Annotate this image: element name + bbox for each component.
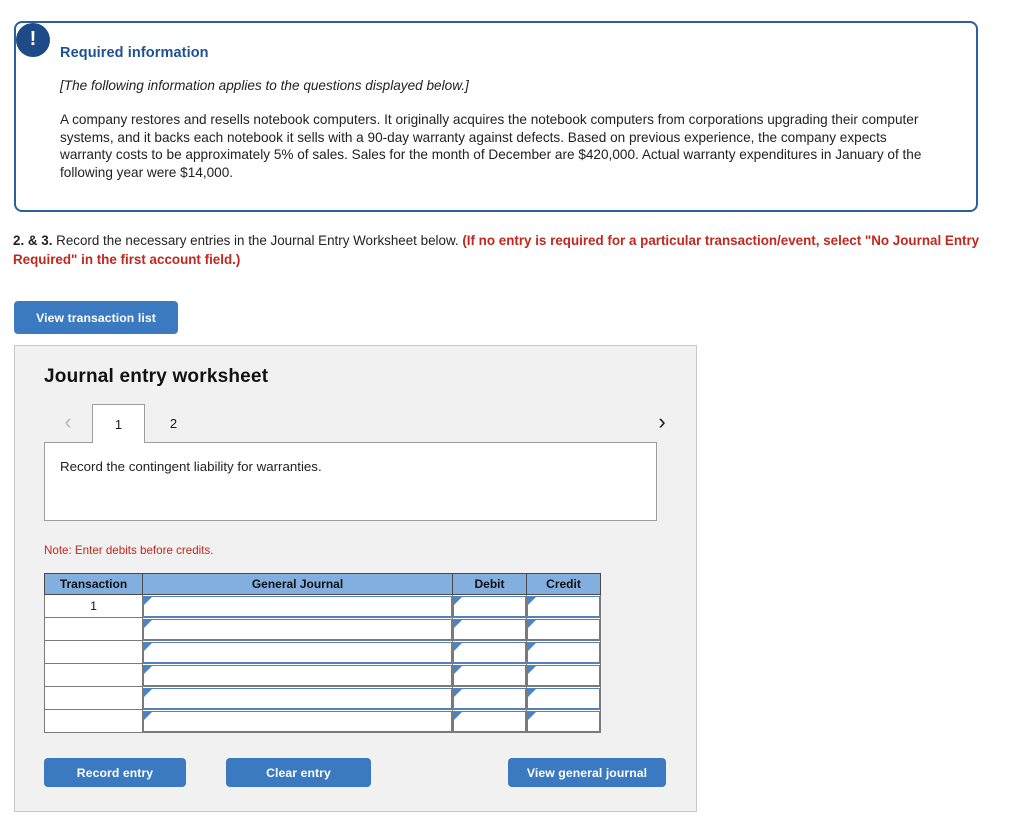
journal-table-body: 1 [44,594,601,733]
credit-input[interactable] [527,641,600,663]
transaction-prompt-box: Record the contingent liability for warr… [44,442,657,521]
credit-input[interactable] [527,687,600,709]
general-journal-cell[interactable] [142,640,453,664]
general-journal-cell[interactable] [142,617,453,641]
account-select[interactable] [143,710,452,732]
debit-input[interactable] [453,710,526,732]
credit-input[interactable] [527,595,600,617]
worksheet-tab-2[interactable]: 2 [147,404,200,443]
transaction-number-cell [44,686,143,710]
debit-input[interactable] [453,641,526,663]
account-select[interactable] [143,664,452,686]
credit-cell[interactable] [526,686,601,710]
column-header-debit: Debit [452,573,527,595]
required-information-callout: ! Required information [The following in… [14,21,978,212]
transaction-number-cell [44,709,143,733]
table-row: 1 [44,594,601,618]
credit-cell[interactable] [526,709,601,733]
debit-input[interactable] [453,687,526,709]
general-journal-cell[interactable] [142,709,453,733]
instruction-number: 2. & 3. [13,233,53,248]
next-tab-arrow-icon[interactable]: › [651,408,673,436]
journal-entry-worksheet-panel: Journal entry worksheet ‹ 1 2 › Record t… [14,345,697,812]
journal-entry-table: Transaction General Journal Debit Credit… [44,573,601,733]
worksheet-tab-strip: ‹ 1 2 › [43,404,677,443]
callout-problem-text: A company restores and resells notebook … [60,112,922,180]
transaction-number-cell [44,663,143,687]
account-select[interactable] [143,641,452,663]
credit-cell[interactable] [526,594,601,618]
debit-cell[interactable] [452,640,527,664]
transaction-number-cell: 1 [44,594,143,618]
callout-italic-note: [The following information applies to th… [60,78,469,93]
credit-cell[interactable] [526,617,601,641]
account-select[interactable] [143,595,452,617]
table-row [44,663,601,687]
table-row [44,617,601,641]
transaction-number-cell [44,617,143,641]
account-select[interactable] [143,618,452,640]
general-journal-cell[interactable] [142,686,453,710]
debit-input[interactable] [453,595,526,617]
credit-cell[interactable] [526,663,601,687]
column-header-general-journal: General Journal [142,573,453,595]
debit-cell[interactable] [452,709,527,733]
view-general-journal-button[interactable]: View general journal [508,758,666,787]
credit-cell[interactable] [526,640,601,664]
worksheet-title: Journal entry worksheet [44,366,269,387]
view-transaction-list-button[interactable]: View transaction list [14,301,178,334]
instruction-text: Record the necessary entries in the Jour… [52,233,463,248]
credit-input[interactable] [527,710,600,732]
callout-heading: Required information [60,45,209,61]
column-header-credit: Credit [526,573,601,595]
general-journal-cell[interactable] [142,594,453,618]
debit-cell[interactable] [452,663,527,687]
worksheet-tab-1[interactable]: 1 [92,404,145,443]
debit-cell[interactable] [452,594,527,618]
exclamation-icon: ! [16,23,50,57]
general-journal-cell[interactable] [142,663,453,687]
record-entry-button[interactable]: Record entry [44,758,186,787]
debit-cell[interactable] [452,617,527,641]
debit-cell[interactable] [452,686,527,710]
debits-before-credits-note: Note: Enter debits before credits. [44,544,214,557]
instruction-line: 2. & 3. Record the necessary entries in … [13,232,1013,269]
table-row [44,709,601,733]
debit-input[interactable] [453,618,526,640]
credit-input[interactable] [527,664,600,686]
debit-input[interactable] [453,664,526,686]
transaction-number-cell [44,640,143,664]
account-select[interactable] [143,687,452,709]
previous-tab-arrow-icon[interactable]: ‹ [57,408,79,436]
table-row [44,686,601,710]
column-header-transaction: Transaction [44,573,143,595]
table-row [44,640,601,664]
table-header-row: Transaction General Journal Debit Credit [44,573,601,595]
credit-input[interactable] [527,618,600,640]
clear-entry-button[interactable]: Clear entry [226,758,371,787]
transaction-prompt-text: Record the contingent liability for warr… [60,459,322,474]
callout-body: Required information [The following info… [16,23,976,181]
